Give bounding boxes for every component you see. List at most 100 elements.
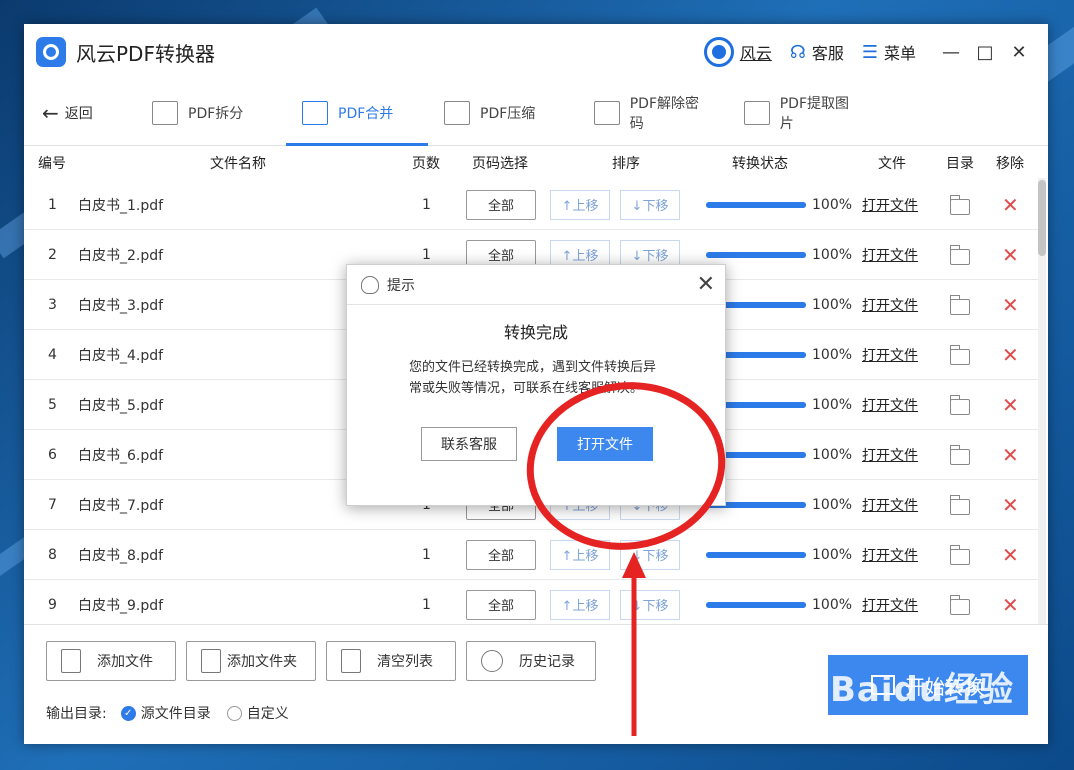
watermark-logo: Baidu经验 — [830, 670, 1015, 710]
row-number: 9 — [48, 596, 57, 613]
table-row: 9 白皮书_9.pdf 1 全部 ↑上移 ↓下移 100% 打开文件 ✕ — [24, 580, 1038, 624]
open-file-button[interactable]: 打开文件 — [557, 427, 653, 461]
completion-dialog: 提示 ✕ 转换完成 您的文件已经转换完成，遇到文件转换后异常或失败等情况，可联系… — [346, 264, 726, 506]
move-up-button[interactable]: ↑上移 — [550, 189, 610, 220]
page-range-button[interactable]: 全部 — [466, 589, 536, 620]
row-number: 4 — [48, 346, 57, 363]
open-file-link[interactable]: 打开文件 — [862, 345, 918, 365]
row-filename: 白皮书_8.pdf — [78, 547, 164, 564]
progress-bar — [706, 551, 806, 558]
output-label: 输出目录: — [46, 706, 107, 722]
row-number: 1 — [48, 196, 57, 213]
header-status: 转换状态 — [732, 156, 788, 172]
remove-icon[interactable]: ✕ — [1002, 393, 1019, 417]
move-down-button[interactable]: ↓下移 — [620, 589, 680, 620]
page-range-button[interactable]: 全部 — [466, 189, 536, 220]
table-row: 8 白皮书_8.pdf 1 全部 ↑上移 ↓下移 100% 打开文件 ✕ — [24, 530, 1038, 580]
folder-icon[interactable] — [950, 494, 970, 515]
support-button[interactable]: ☊ 客服 — [790, 40, 844, 64]
open-file-link[interactable]: 打开文件 — [862, 545, 918, 565]
tab-pdf-split[interactable]: PDF拆分 — [136, 80, 286, 145]
trash-icon — [341, 649, 361, 673]
tab-pdf-merge[interactable]: PDF合并 — [286, 80, 428, 146]
progress-percent: 100% — [812, 246, 853, 263]
tab-label: PDF压缩 — [480, 105, 536, 122]
remove-icon[interactable]: ✕ — [1002, 343, 1019, 367]
open-file-link[interactable]: 打开文件 — [862, 245, 918, 265]
radio-custom-dir[interactable] — [226, 705, 242, 721]
folder-icon[interactable] — [950, 394, 970, 415]
clear-list-button[interactable]: 清空列表 — [326, 641, 456, 681]
add-folder-icon — [201, 649, 221, 673]
tab-label: PDF解除密码 — [629, 95, 699, 132]
app-window: 风云PDF转换器 风云 ☊ 客服 ☰ 菜单 — □ ✕ ← 返回 PDF拆分 P… — [24, 24, 1048, 744]
back-button[interactable]: ← 返回 — [42, 80, 136, 145]
row-number: 8 — [48, 546, 57, 563]
folder-icon[interactable] — [950, 594, 970, 615]
add-folder-label: 添加文件夹 — [227, 654, 297, 670]
add-folder-button[interactable]: 添加文件夹 — [186, 641, 316, 681]
progress-fill — [706, 601, 806, 608]
open-file-link[interactable]: 打开文件 — [862, 495, 918, 515]
remove-icon[interactable]: ✕ — [1002, 543, 1019, 567]
contact-support-button[interactable]: 联系客服 — [421, 427, 517, 461]
page-range-button[interactable]: 全部 — [466, 539, 536, 570]
move-up-button[interactable]: ↑上移 — [550, 539, 610, 570]
open-file-link[interactable]: 打开文件 — [862, 295, 918, 315]
row-filename: 白皮书_2.pdf — [78, 247, 164, 264]
add-file-button[interactable]: 添加文件 — [46, 641, 176, 681]
row-pages: 1 — [422, 596, 431, 613]
progress-percent: 100% — [812, 296, 853, 313]
close-button[interactable]: ✕ — [1002, 35, 1036, 69]
add-file-icon — [61, 649, 81, 673]
history-button[interactable]: 历史记录 — [466, 641, 596, 681]
open-file-link[interactable]: 打开文件 — [862, 195, 918, 215]
radio-source-dir[interactable]: ✓ — [120, 705, 136, 721]
lightbulb-icon — [361, 275, 379, 294]
menu-icon: ☰ — [861, 41, 878, 63]
tab-pdf-compress[interactable]: PDF压缩 — [428, 80, 578, 145]
move-down-button[interactable]: ↓下移 — [620, 189, 680, 220]
open-file-link[interactable]: 打开文件 — [862, 395, 918, 415]
progress-percent: 100% — [812, 196, 853, 213]
folder-icon[interactable] — [950, 294, 970, 315]
merge-icon — [302, 100, 328, 125]
move-down-button[interactable]: ↓下移 — [620, 539, 680, 570]
open-file-link[interactable]: 打开文件 — [862, 595, 918, 615]
folder-icon[interactable] — [950, 244, 970, 265]
minimize-button[interactable]: — — [934, 35, 968, 69]
remove-icon[interactable]: ✕ — [1002, 243, 1019, 267]
dialog-header: 提示 ✕ — [347, 265, 725, 305]
split-icon — [152, 100, 178, 125]
header-number: 编号 — [38, 156, 66, 172]
folder-icon[interactable] — [950, 544, 970, 565]
maximize-button[interactable]: □ — [968, 35, 1002, 69]
image-icon — [744, 100, 770, 125]
tab-pdf-extract-image[interactable]: PDF提取图片 — [728, 80, 878, 145]
move-up-button[interactable]: ↑上移 — [550, 589, 610, 620]
remove-icon[interactable]: ✕ — [1002, 193, 1019, 217]
remove-icon[interactable]: ✕ — [1002, 593, 1019, 617]
remove-icon[interactable]: ✕ — [1002, 493, 1019, 517]
row-number: 5 — [48, 396, 57, 413]
remove-icon[interactable]: ✕ — [1002, 443, 1019, 467]
menu-button[interactable]: ☰ 菜单 — [862, 40, 916, 64]
progress-fill — [706, 551, 806, 558]
unlock-icon — [594, 100, 620, 125]
dialog-close-icon[interactable]: ✕ — [697, 272, 715, 297]
list-scrollbar[interactable] — [1038, 178, 1046, 624]
scrollbar-thumb[interactable] — [1038, 180, 1046, 256]
folder-icon[interactable] — [950, 444, 970, 465]
folder-icon[interactable] — [950, 344, 970, 365]
dialog-title: 转换完成 — [503, 323, 568, 342]
fengyun-link[interactable]: 风云 — [703, 37, 772, 67]
open-file-link[interactable]: 打开文件 — [862, 445, 918, 465]
remove-icon[interactable]: ✕ — [1002, 293, 1019, 317]
title-bar: 风云PDF转换器 风云 ☊ 客服 ☰ 菜单 — □ ✕ — [24, 24, 1048, 80]
history-label: 历史记录 — [519, 654, 575, 670]
row-number: 3 — [48, 296, 57, 313]
table-header: 编号 文件名称 页数 页码选择 排序 转换状态 文件 目录 移除 — [24, 146, 1048, 180]
folder-icon[interactable] — [950, 194, 970, 215]
source-dir-label: 源文件目录 — [140, 706, 211, 722]
tab-pdf-unlock[interactable]: PDF解除密码 — [578, 80, 728, 145]
